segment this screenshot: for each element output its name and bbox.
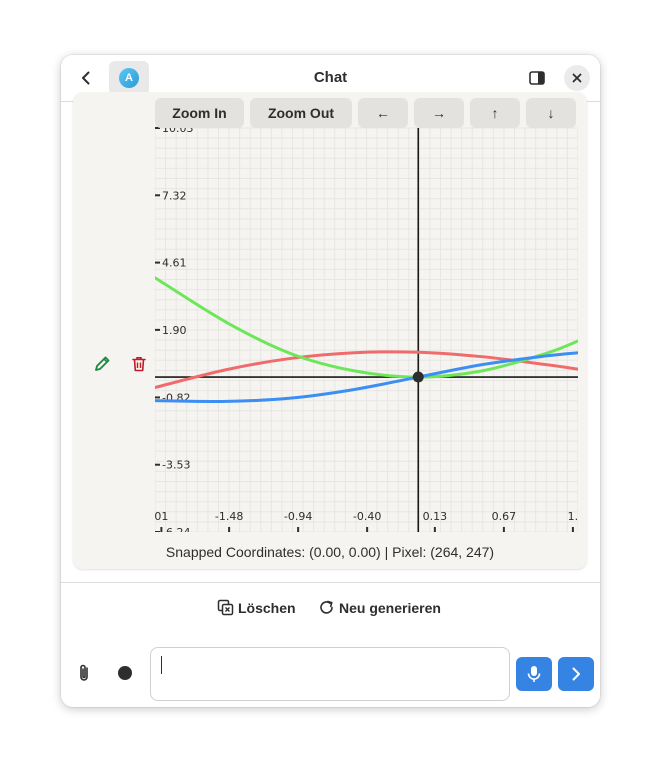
- clear-copy-icon: [217, 599, 234, 616]
- y-tick-label: -3.53: [162, 459, 190, 472]
- voice-input-button[interactable]: [516, 657, 552, 691]
- pan-right-button[interactable]: →: [414, 98, 464, 128]
- clear-button[interactable]: Löschen: [217, 599, 296, 616]
- coordinates-readout: Snapped Coordinates: (0.00, 0.00) | Pixe…: [165, 544, 495, 560]
- record-button[interactable]: [118, 666, 132, 680]
- send-button[interactable]: [558, 657, 594, 691]
- x-tick-label: 0.13: [423, 510, 448, 523]
- zoom-out-button[interactable]: Zoom Out: [250, 98, 352, 128]
- y-tick-label: -6.24: [162, 526, 190, 532]
- close-button[interactable]: [564, 65, 590, 91]
- window-title: Chat: [313, 69, 348, 86]
- clear-label: Löschen: [238, 599, 296, 616]
- text-caret: [161, 656, 162, 674]
- y-tick-label: 7.32: [162, 189, 187, 202]
- regenerate-label: Neu generieren: [339, 599, 441, 616]
- x-tick-label: 1.: [568, 510, 578, 523]
- trash-icon[interactable]: [130, 355, 148, 373]
- message-actions: Löschen Neu generieren: [61, 582, 600, 639]
- y-tick-label: 1.90: [162, 324, 187, 337]
- microphone-icon: [527, 666, 541, 682]
- message-input[interactable]: [150, 647, 510, 701]
- toggle-sidebar-button[interactable]: [523, 64, 551, 92]
- function-plot[interactable]: 10.037.324.611.90-0.82-3.53-6.2401-1.48-…: [155, 92, 578, 532]
- composer: [61, 638, 600, 707]
- message-card: 10.037.324.611.90-0.82-3.53-6.2401-1.48-…: [73, 92, 587, 569]
- pan-down-button[interactable]: ↓: [526, 98, 576, 128]
- pan-left-button[interactable]: ←: [358, 98, 408, 128]
- x-tick-label: 01: [155, 510, 168, 523]
- chat-window: A Chat 10.03 7.32 4.61 1.90 -0.82 -3.53 …: [61, 55, 600, 707]
- x-tick-label: 0.67: [492, 510, 517, 523]
- conversation-area[interactable]: 10.037.324.611.90-0.82-3.53-6.2401-1.48-…: [61, 92, 600, 582]
- plot-widget: 10.037.324.611.90-0.82-3.53-6.2401-1.48-…: [155, 92, 578, 532]
- plot-controls: Zoom In Zoom Out ← → ↑ ↓: [155, 98, 576, 128]
- x-tick-label: -0.40: [353, 510, 381, 523]
- pan-up-button[interactable]: ↑: [470, 98, 520, 128]
- regenerate-button[interactable]: Neu generieren: [318, 599, 441, 616]
- close-icon: [572, 73, 582, 83]
- snapped-point: [412, 371, 424, 383]
- sidebar-toggle-icon: [529, 71, 545, 85]
- x-tick-label: -0.94: [284, 510, 312, 523]
- edit-icon[interactable]: [93, 355, 111, 373]
- paperclip-icon[interactable]: [75, 663, 93, 683]
- x-tick-label: -1.48: [215, 510, 243, 523]
- y-tick-label: 4.61: [162, 257, 187, 270]
- refresh-icon: [320, 600, 333, 614]
- chevron-right-icon: [572, 667, 580, 681]
- zoom-in-button[interactable]: Zoom In: [155, 98, 244, 128]
